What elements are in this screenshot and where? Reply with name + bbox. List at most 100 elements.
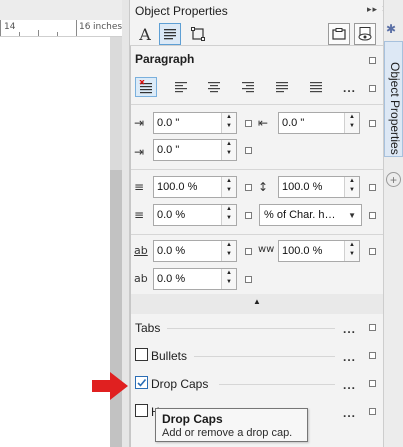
collapse-up-icon: ▲ [253,297,261,306]
spinner-arrows[interactable]: ▲ ▼ [221,241,236,261]
spinner-arrows[interactable]: ▲ ▼ [221,177,236,197]
before-paragraph-spinner[interactable]: 100.0 % ▲ ▼ [153,176,237,198]
object-properties-tab-label: Object Properties [388,62,402,155]
bullets-more-button[interactable]: ... [343,350,356,364]
hyphenation-checkbox[interactable] [135,404,148,417]
alignment-toggle[interactable] [369,85,376,92]
spinner-arrows[interactable]: ▲ ▼ [344,113,359,133]
pin-icon[interactable]: ✱ [386,22,396,36]
first-line-indent-toggle[interactable] [245,120,252,127]
align-center-button[interactable] [203,77,225,97]
drop-caps-toggle[interactable] [369,380,376,387]
language-spacing-spinner[interactable]: 0.0 % ▲ ▼ [153,268,237,290]
ruler-tick [19,32,20,36]
tooltip-title: Drop Caps [162,412,223,426]
divider [131,104,383,105]
character-spacing-spinner[interactable]: 0.0 % ▲ ▼ [153,240,237,262]
docker-title: Object Properties [135,4,228,18]
after-paragraph-toggle[interactable] [245,212,252,219]
line-spacing-toggle[interactable] [369,184,376,191]
right-indent-spinner[interactable]: 0.0 " ▲ ▼ [278,112,360,134]
spinner-arrows[interactable]: ▲ ▼ [221,205,236,225]
drop-caps-tooltip: Drop Caps Add or remove a drop cap. [155,408,308,442]
before-paragraph-spacing-icon: ≡ [134,180,145,194]
divider [194,356,335,357]
red-arrow-annotation [92,372,128,400]
after-paragraph-value: 0.0 % [157,209,186,221]
drop-caps-label[interactable]: Drop Caps [151,377,208,391]
drop-caps-checkbox[interactable] [135,376,148,389]
first-line-indent-value: 0.0 " [157,117,180,129]
drop-caps-more-button[interactable]: ... [343,378,356,392]
chevron-down-icon: ▼ [348,211,356,220]
top-strip [0,0,129,20]
ruler-mark-16: 16 [79,22,91,32]
ruler-tick [38,30,39,36]
right-indent-toggle[interactable] [369,120,376,127]
docker-toolbar: A [130,22,383,46]
after-paragraph-spacing-icon: ≡ [134,208,145,222]
left-indent-toggle[interactable] [245,147,252,154]
before-paragraph-toggle[interactable] [245,184,252,191]
line-spacing-icon: ↕ [258,180,269,194]
character-spacing-icon: ab [134,244,148,257]
align-right-button[interactable] [237,77,259,97]
bullets-checkbox[interactable] [135,348,148,361]
word-spacing-toggle[interactable] [369,248,376,255]
first-line-indent-spinner[interactable]: 0.0 " ▲ ▼ [153,112,237,134]
paragraph-section-toggle[interactable] [369,57,376,64]
divider [219,384,335,385]
tabs-toggle[interactable] [369,324,376,331]
spacing-unit-toggle[interactable] [369,212,376,219]
bullets-label[interactable]: Bullets [151,349,187,363]
frame-icon[interactable] [187,23,209,45]
divider [167,328,335,329]
spinner-arrows[interactable]: ▲ ▼ [221,140,236,160]
language-spacing-toggle[interactable] [245,276,252,283]
word-spacing-value: 100.0 % [282,245,323,257]
hyphenation-more-button[interactable]: ... [343,406,356,420]
left-indent-spinner[interactable]: 0.0 " ▲ ▼ [153,139,237,161]
paragraph-section-title: Paragraph [135,52,195,66]
paragraph-icon[interactable] [159,23,181,45]
tooltip-body: Add or remove a drop cap. [162,427,293,439]
character-spacing-value: 0.0 % [157,245,186,257]
spinner-arrows[interactable]: ▲ ▼ [344,177,359,197]
object-properties-tab[interactable]: Object Properties [384,41,403,157]
collapse-bar[interactable]: ▲ [131,294,383,314]
preview-icon[interactable] [354,23,376,45]
right-indent-icon: ⇤ [258,116,269,130]
bullets-toggle[interactable] [369,352,376,359]
page-shadow [110,170,122,447]
align-justify-button[interactable] [271,77,293,97]
ruler-tick [76,20,77,36]
line-spacing-spinner[interactable]: 100.0 % ▲ ▼ [278,176,360,198]
divider [131,234,383,235]
add-docker-icon[interactable]: + [386,172,401,187]
language-spacing-icon: ab [134,272,148,285]
word-spacing-icon: ᴡᴡ [258,244,275,255]
spacing-unit-dropdown[interactable]: % of Char. h… ▼ [259,204,362,226]
spinner-arrows[interactable]: ▲ ▼ [344,241,359,261]
align-none-button[interactable] [135,77,157,97]
language-spacing-value: 0.0 % [157,273,186,285]
hyphenation-toggle[interactable] [369,408,376,415]
line-spacing-value: 100.0 % [282,181,323,193]
tabs-section-label[interactable]: Tabs [135,321,160,335]
spinner-arrows[interactable]: ▲ ▼ [221,113,236,133]
tabs-more-button[interactable]: ... [343,322,356,336]
first-line-indent-icon: ⇥ [134,116,145,130]
align-force-justify-button[interactable] [305,77,327,97]
after-paragraph-spinner[interactable]: 0.0 % ▲ ▼ [153,204,237,226]
character-spacing-toggle[interactable] [245,248,252,255]
ruler-unit: inches [93,22,123,32]
ruler-tick [0,20,1,36]
right-indent-value: 0.0 " [282,117,305,129]
word-spacing-spinner[interactable]: 100.0 % ▲ ▼ [278,240,360,262]
alignment-more-button[interactable]: ... [343,81,356,95]
character-icon[interactable]: A [134,23,156,45]
align-left-button[interactable] [170,77,192,97]
before-paragraph-value: 100.0 % [157,181,198,193]
spinner-arrows[interactable]: ▲ ▼ [221,269,236,289]
frame-view-icon[interactable] [328,23,350,45]
